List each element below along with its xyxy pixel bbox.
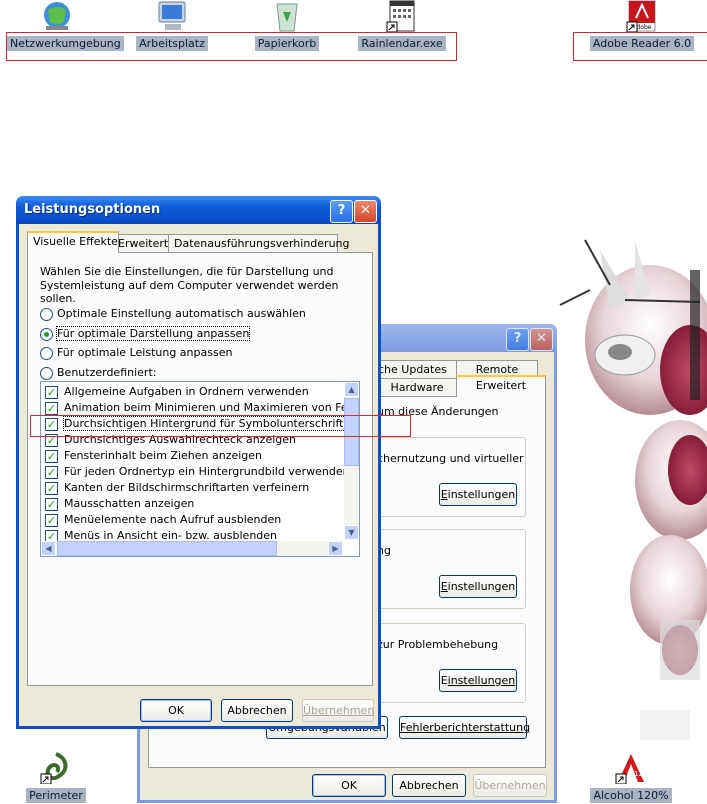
scroll-up-icon[interactable]: ▲ xyxy=(344,382,359,397)
tab-visual-effects[interactable]: Visuelle Effekte xyxy=(27,231,119,253)
system-ok-button[interactable]: OK xyxy=(312,774,386,797)
scroll-thumb-horizontal[interactable] xyxy=(57,541,277,556)
startup-description: zur Problembehebung xyxy=(377,638,499,651)
help-button[interactable]: ? xyxy=(330,200,353,223)
radio-button[interactable] xyxy=(40,367,53,380)
startup-settings-button[interactable]: Einstellungen xyxy=(439,669,517,692)
visual-effects-list[interactable]: ✓ Allgemeine Aufgaben in Ordnern verwende… xyxy=(40,381,360,557)
desktop-icon-papierkorb[interactable]: Papierkorb xyxy=(237,0,337,51)
system-cancel-button[interactable]: Abbrechen xyxy=(392,774,466,797)
desktop-icon-label: Rainlendar.exe xyxy=(358,36,446,51)
close-button[interactable]: ✕ xyxy=(354,200,377,223)
help-button[interactable]: ? xyxy=(506,328,529,351)
radio-button[interactable] xyxy=(40,347,53,360)
radio-button[interactable] xyxy=(40,308,53,321)
radio-label: Für optimale Leistung anpassen xyxy=(57,346,233,359)
checkbox[interactable]: ✓ xyxy=(45,450,58,463)
radio-button-selected[interactable] xyxy=(40,328,53,341)
list-item[interactable]: ✓ Menüelemente nach Aufruf ausblenden xyxy=(45,513,341,528)
apply-button: Übernehmen xyxy=(302,699,374,722)
desktop-icon-label: Arbeitsplatz xyxy=(136,36,208,51)
radio-option-auto[interactable]: Optimale Einstellung automatisch auswähl… xyxy=(40,307,340,322)
desktop-icon-label: Netzwerkumgebung xyxy=(7,36,124,51)
checkbox[interactable]: ✓ xyxy=(45,482,58,495)
list-item[interactable]: ✓ Mausschatten anzeigen xyxy=(45,497,341,512)
radio-label: Für optimale Darstellung anpassen xyxy=(55,326,251,341)
recycle-bin-icon xyxy=(270,0,304,32)
tab-automatic-updates[interactable]: che Updates xyxy=(372,360,462,379)
radio-option-best-performance[interactable]: Für optimale Leistung anpassen xyxy=(40,346,340,361)
desktop-icon-perimeter[interactable]: Perimeter xyxy=(6,752,106,803)
alcohol-icon: 120% xyxy=(614,752,654,785)
network-icon xyxy=(40,0,74,32)
list-item[interactable]: ✓ Animation beim Minimieren und Maximiere… xyxy=(45,401,359,416)
adobe-reader-icon: Adobe xyxy=(625,0,659,33)
startup-group: zur Problembehebung Einstellungen xyxy=(377,623,526,703)
alcohol-icon-text: 120% xyxy=(634,770,648,778)
scroll-down-icon[interactable]: ▼ xyxy=(344,525,359,540)
desktop-icon-label: Adobe Reader 6.0 xyxy=(589,36,695,51)
intro-text-line-1: Wählen Sie die Einstellungen, die für Da… xyxy=(40,265,334,278)
wallpaper-robot xyxy=(559,239,707,740)
checkbox[interactable]: ✓ xyxy=(45,498,58,511)
tab-hardware[interactable]: Hardware xyxy=(372,378,462,397)
radio-option-best-appearance[interactable]: Für optimale Darstellung anpassen xyxy=(40,326,340,342)
ok-button[interactable]: OK xyxy=(140,699,212,722)
checkbox[interactable]: ✓ xyxy=(45,514,58,527)
desktop-icon-adobe-reader[interactable]: Adobe Adobe Reader 6.0 xyxy=(582,0,702,51)
performance-settings-button[interactable]: Einstellungen xyxy=(439,483,517,506)
performance-group: chernutzung und virtueller Einstellungen xyxy=(377,437,526,517)
checkbox[interactable]: ✓ xyxy=(45,402,58,415)
error-reporting-button[interactable]: Fehlerberichterstattung xyxy=(399,716,530,739)
tab-dep[interactable]: Datenausführungsverhinderung xyxy=(168,234,350,253)
performance-options-titlebar[interactable]: Leistungsoptionen ? ✕ xyxy=(16,196,381,224)
checkbox[interactable]: ✓ xyxy=(45,466,58,479)
cancel-button[interactable]: Abbrechen xyxy=(221,699,293,722)
list-item[interactable]: ✓ Kanten der Bildschirmschriftarten verfe… xyxy=(45,481,341,496)
desktop-icon-label: Perimeter xyxy=(26,788,86,803)
performance-options-window: Leistungsoptionen ? ✕ Visuelle Effekte E… xyxy=(16,196,381,729)
visual-effects-panel: Wählen Sie die Einstellungen, die für Da… xyxy=(27,252,373,686)
calendar-icon xyxy=(385,0,419,33)
computer-icon xyxy=(155,0,189,32)
horizontal-scrollbar[interactable]: ◀ ▶ xyxy=(41,541,343,556)
list-item[interactable]: ✓ Fensterinhalt beim Ziehen anzeigen xyxy=(45,449,341,464)
desktop-icon-arbeitsplatz[interactable]: Arbeitsplatz xyxy=(122,0,222,51)
radio-option-custom[interactable]: Benutzerdefiniert: xyxy=(40,366,340,381)
system-apply-button: Übernehmen xyxy=(473,774,547,797)
radio-label: Optimale Einstellung automatisch auswähl… xyxy=(57,307,306,320)
scroll-left-icon[interactable]: ◀ xyxy=(41,541,56,556)
desktop-icon-label: Alcohol 120% xyxy=(590,788,672,803)
profiles-settings-button[interactable]: Einstellungen xyxy=(439,575,517,598)
profiles-group: ng Einstellungen xyxy=(377,529,526,609)
list-item[interactable]: ✓ Für jeden Ordnertyp ein Hintergrundbild… xyxy=(45,465,350,480)
window-title: Leistungsoptionen xyxy=(24,202,161,217)
close-button[interactable]: ✕ xyxy=(530,328,553,351)
scroll-right-icon[interactable]: ▶ xyxy=(328,541,343,556)
desktop-icon-netzwerkumgebung[interactable]: Netzwerkumgebung xyxy=(7,0,124,51)
tab-advanced[interactable]: Erweitert xyxy=(112,234,172,253)
intro-text-line-2: Systemleistung auf dem Computer verwende… xyxy=(40,279,339,305)
radio-label: Benutzerdefiniert: xyxy=(57,366,157,379)
list-item[interactable]: ✓ Allgemeine Aufgaben in Ordnern verwende… xyxy=(45,385,341,400)
desktop-icon-alcohol[interactable]: 120% Alcohol 120% xyxy=(581,752,681,803)
checkbox[interactable]: ✓ xyxy=(45,386,58,399)
tab-advanced[interactable]: Erweitert xyxy=(456,375,546,397)
desktop-icon-rainlendar[interactable]: Rainlendar.exe xyxy=(352,0,452,51)
vertical-scrollbar[interactable]: ▲ ▼ xyxy=(344,382,359,540)
perimeter-icon xyxy=(39,752,73,785)
desktop-icon-label: Papierkorb xyxy=(254,36,320,51)
performance-description: chernutzung und virtueller xyxy=(377,452,524,465)
highlight-box-selected-option xyxy=(30,415,411,437)
